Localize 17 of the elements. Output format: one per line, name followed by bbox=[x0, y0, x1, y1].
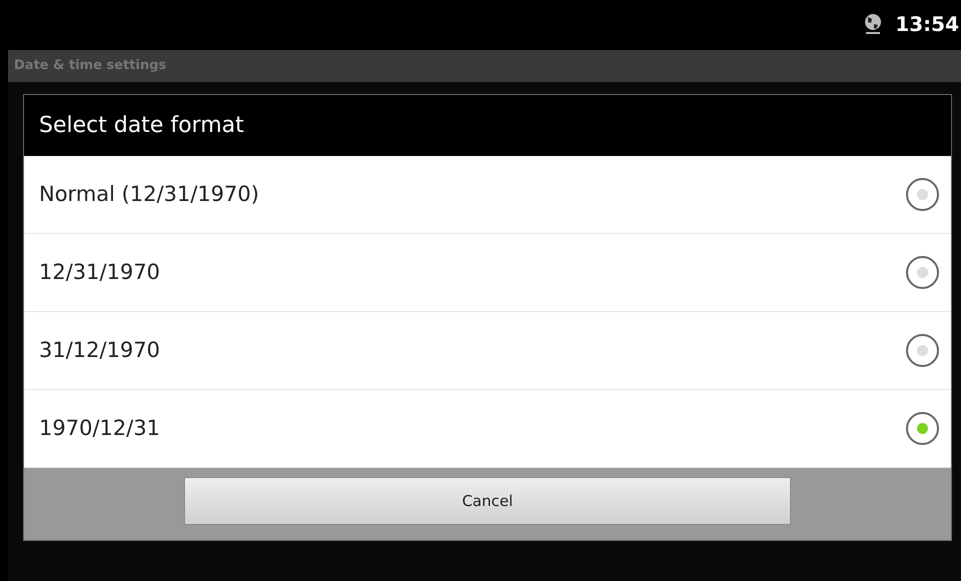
radio-button[interactable] bbox=[906, 412, 939, 445]
clock-time: 13:54 bbox=[895, 11, 959, 38]
radio-button[interactable] bbox=[906, 256, 939, 289]
radio-button[interactable] bbox=[906, 334, 939, 367]
option-row[interactable]: Normal (12/31/1970) bbox=[24, 156, 951, 234]
app-title: Date & time settings bbox=[14, 57, 166, 76]
cancel-button[interactable]: Cancel bbox=[184, 477, 791, 525]
radio-button[interactable] bbox=[906, 178, 939, 211]
option-row[interactable]: 1970/12/31 bbox=[24, 390, 951, 468]
option-label: 12/31/1970 bbox=[39, 258, 160, 286]
option-label: 31/12/1970 bbox=[39, 336, 160, 364]
globe-icon bbox=[863, 13, 884, 35]
option-label: 1970/12/31 bbox=[39, 414, 160, 442]
option-row[interactable]: 31/12/1970 bbox=[24, 312, 951, 390]
option-row[interactable]: 12/31/1970 bbox=[24, 234, 951, 312]
option-label: Normal (12/31/1970) bbox=[39, 180, 260, 208]
dialog-title: Select date format bbox=[39, 112, 244, 140]
